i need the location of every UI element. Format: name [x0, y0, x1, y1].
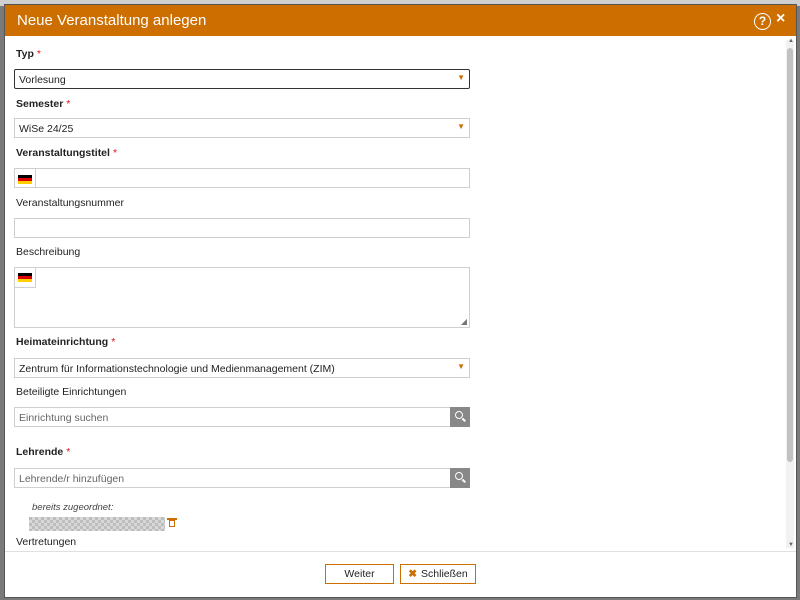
heimateinrichtung-select-value: Zentrum für Informationstechnologie und …: [19, 363, 335, 375]
lehrende-label: Lehrende *: [16, 446, 71, 458]
heimateinrichtung-label: Heimateinrichtung *: [16, 336, 116, 348]
titel-label: Veranstaltungstitel *: [16, 147, 118, 159]
lehrende-search-input[interactable]: Lehrende/r hinzufügen: [14, 468, 470, 488]
close-button[interactable]: ✖ Schließen: [400, 564, 476, 584]
dialog-footer: Weiter ✖ Schließen: [5, 551, 796, 598]
nummer-label: Veranstaltungsnummer: [16, 197, 124, 209]
next-button[interactable]: Weiter: [325, 564, 394, 584]
beteiligte-placeholder: Einrichtung suchen: [19, 412, 109, 424]
scroll-up-icon[interactable]: ▲: [788, 38, 794, 44]
semester-select-value: WiSe 24/25: [19, 123, 74, 135]
beteiligte-label: Beteiligte Einrichtungen: [16, 386, 127, 398]
lehrende-placeholder: Lehrende/r hinzufügen: [19, 473, 125, 485]
typ-select[interactable]: Vorlesung ▼: [14, 69, 470, 89]
dialog-body: Typ * Vorlesung ▼ Semester * WiSe 24/25 ▼ …: [5, 36, 796, 551]
close-icon: ✖: [408, 568, 418, 580]
assigned-label: bereits zugeordnet:: [32, 502, 114, 513]
semester-select[interactable]: WiSe 24/25 ▼: [14, 118, 470, 138]
titel-input[interactable]: [14, 168, 470, 188]
beschreibung-label: Beschreibung: [16, 246, 81, 258]
scroll-down-icon[interactable]: ▼: [788, 542, 794, 548]
resize-handle-icon[interactable]: ◢: [461, 317, 467, 326]
help-icon[interactable]: ?: [754, 13, 771, 30]
nummer-input[interactable]: [14, 218, 470, 238]
chevron-down-icon: ▼: [457, 122, 465, 131]
assigned-lecturer-redacted: [29, 517, 165, 531]
dialog: Neue Veranstaltung anlegen ? × Typ * Vorl…: [5, 5, 796, 597]
scrollbar[interactable]: [786, 40, 794, 548]
chevron-down-icon: ▼: [457, 73, 465, 82]
beschreibung-textarea[interactable]: ◢: [14, 267, 470, 328]
close-icon[interactable]: ×: [776, 10, 785, 28]
german-flag-icon[interactable]: [15, 268, 36, 288]
german-flag-icon[interactable]: [15, 169, 36, 187]
search-button[interactable]: [450, 407, 470, 427]
dialog-header: Neue Veranstaltung anlegen ? ×: [5, 5, 796, 36]
typ-select-value: Vorlesung: [19, 74, 66, 86]
vertretungen-label: Vertretungen: [16, 536, 77, 548]
chevron-down-icon: ▼: [457, 362, 465, 371]
beteiligte-search-input[interactable]: Einrichtung suchen: [14, 407, 470, 427]
trash-icon[interactable]: [167, 518, 177, 527]
dialog-title: Neue Veranstaltung anlegen: [17, 12, 207, 29]
typ-label: Typ *: [16, 48, 41, 60]
scrollbar-thumb[interactable]: [787, 48, 793, 462]
semester-label: Semester *: [16, 98, 71, 110]
heimateinrichtung-select[interactable]: Zentrum für Informationstechnologie und …: [14, 358, 470, 378]
search-button[interactable]: [450, 468, 470, 488]
